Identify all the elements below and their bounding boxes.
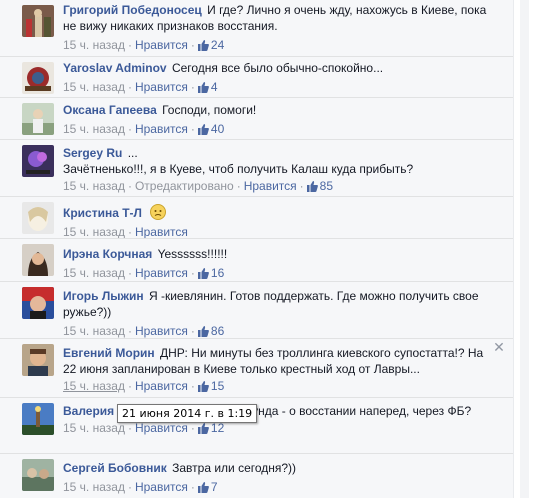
comment-item: Евгений Морин ДНР: Ни минуты без троллин… bbox=[0, 338, 513, 398]
comment-time[interactable]: 15 ч. назад bbox=[63, 80, 125, 94]
comment-meta: 15 ч. назад · Нравится · 16 bbox=[63, 266, 225, 280]
comments-panel: Григорий Победоносец И где? Лично я очен… bbox=[0, 0, 514, 498]
like-count-value: 15 bbox=[210, 379, 225, 393]
comment-author[interactable]: Ирэна Корчная bbox=[63, 247, 152, 261]
comment-item: Сергей Бобовник Завтра или сегодня?)) 15… bbox=[0, 453, 513, 499]
avatar[interactable] bbox=[22, 145, 54, 177]
comment-meta: 15 ч. назад · Нравится · 40 bbox=[63, 122, 225, 136]
like-link[interactable]: Нравится bbox=[135, 38, 188, 52]
scrollbar-track[interactable] bbox=[520, 0, 529, 498]
like-link[interactable]: Нравится bbox=[135, 480, 188, 494]
comment-time[interactable]: 15 ч. назад bbox=[63, 421, 125, 435]
thumbs-up-icon bbox=[197, 268, 209, 279]
thumbs-up-icon bbox=[197, 40, 209, 51]
comment-item: Yaroslav Adminov Сегодня все было обычно… bbox=[0, 56, 513, 98]
like-count-value: 7 bbox=[210, 480, 218, 494]
like-link[interactable]: Нравится bbox=[135, 266, 188, 280]
like-count[interactable]: 86 bbox=[197, 324, 225, 338]
comment-meta: 15 ч. назад · Нравится · 86 bbox=[63, 324, 225, 338]
comment-text: Завтра или сегодня?)) bbox=[172, 461, 297, 475]
thumbs-up-icon bbox=[197, 326, 209, 337]
like-link[interactable]: Нравится bbox=[135, 379, 188, 393]
avatar[interactable] bbox=[22, 202, 54, 234]
like-link[interactable]: Нравится bbox=[135, 421, 188, 435]
sad-emoji-icon bbox=[150, 204, 167, 220]
comment-time[interactable]: 15 ч. назад bbox=[63, 324, 125, 338]
comment-item: Sergey Ru ... Зачётненько!!!, я в Куеве,… bbox=[0, 139, 513, 197]
comment-text: Сегодня все было обычно-спокойно... bbox=[171, 61, 384, 75]
like-count[interactable]: 15 bbox=[197, 379, 225, 393]
avatar[interactable] bbox=[22, 287, 54, 319]
comment-time[interactable]: 15 ч. назад bbox=[63, 225, 125, 239]
comment-author[interactable]: Yaroslav Adminov bbox=[63, 61, 167, 75]
comment-meta: 15 ч. назад · Нравится · 24 bbox=[63, 38, 225, 52]
like-count-value: 86 bbox=[210, 324, 225, 338]
comment-author[interactable]: Евгений Морин bbox=[63, 346, 155, 360]
comment-item: Кристина Т-Л 15 ч. назад · Нравится bbox=[0, 196, 513, 239]
like-count-value: 85 bbox=[319, 179, 334, 193]
thumbs-up-icon bbox=[197, 482, 209, 493]
scrollbar[interactable] bbox=[516, 0, 533, 498]
avatar[interactable] bbox=[22, 344, 54, 376]
comment-text: то ерунда - о восстании наперед, через Ф… bbox=[223, 404, 472, 418]
like-link[interactable]: Нравится bbox=[135, 80, 188, 94]
like-count[interactable]: 16 bbox=[197, 266, 225, 280]
thumbs-up-icon bbox=[197, 423, 209, 434]
close-icon[interactable]: ✕ bbox=[493, 340, 505, 354]
like-count-value: 24 bbox=[210, 38, 225, 52]
like-count[interactable]: 4 bbox=[197, 80, 218, 94]
like-count-value: 40 bbox=[210, 122, 225, 136]
avatar[interactable] bbox=[22, 459, 54, 491]
comment-meta: 15 ч. назад · Отредактировано · Нравится · 85 bbox=[63, 179, 334, 193]
comment-meta: 15 ч. назад · Нравится · 4 bbox=[63, 80, 218, 94]
avatar[interactable] bbox=[22, 62, 54, 94]
comment-author[interactable]: Сергей Бобовник bbox=[63, 461, 167, 475]
like-count[interactable]: 12 bbox=[197, 421, 225, 435]
comment-author[interactable]: Sergey Ru bbox=[63, 146, 122, 160]
comment-time[interactable]: 15 ч. назад bbox=[63, 480, 125, 494]
like-count[interactable]: 85 bbox=[306, 179, 334, 193]
avatar[interactable] bbox=[22, 403, 54, 435]
comment-author[interactable]: Оксана Гапеева bbox=[63, 103, 157, 117]
comment-author[interactable]: Игорь Лыжин bbox=[63, 289, 144, 303]
comment-time[interactable]: 15 ч. назад bbox=[63, 379, 125, 393]
like-link[interactable]: Нравится bbox=[135, 122, 188, 136]
like-count[interactable]: 40 bbox=[197, 122, 225, 136]
thumbs-up-icon bbox=[197, 124, 209, 135]
like-count[interactable]: 24 bbox=[197, 38, 225, 52]
like-link[interactable]: Нравится bbox=[244, 179, 297, 193]
thumbs-up-icon bbox=[197, 82, 209, 93]
comment-text: Yessssss!!!!!! bbox=[157, 247, 228, 261]
like-count[interactable]: 7 bbox=[197, 480, 218, 494]
like-count-value: 12 bbox=[210, 421, 225, 435]
thumbs-up-icon bbox=[197, 381, 209, 392]
edited-label[interactable]: Отредактировано bbox=[135, 179, 234, 193]
like-link[interactable]: Нравится bbox=[135, 324, 188, 338]
comment-item: Григорий Победоносец И где? Лично я очен… bbox=[0, 0, 513, 56]
comment-time[interactable]: 15 ч. назад bbox=[63, 266, 125, 280]
comment-text: Зачётненько!!!, я в Куеве, чтоб получить… bbox=[63, 162, 414, 176]
thumbs-up-icon bbox=[306, 181, 318, 192]
comment-item: Игорь Лыжин Я -киевлянин. Готов поддержа… bbox=[0, 281, 513, 339]
comment-text: Господи, помоги! bbox=[162, 103, 257, 117]
avatar[interactable] bbox=[22, 103, 54, 135]
like-link[interactable]: Нравится bbox=[135, 225, 188, 239]
comment-meta: 15 ч. назад · Нравится · 7 bbox=[63, 480, 218, 494]
comment-item: Ирэна Корчная Yessssss!!!!!! 15 ч. назад… bbox=[0, 238, 513, 282]
timestamp-tooltip: 21 июня 2014 г. в 1:19 bbox=[117, 404, 258, 423]
avatar[interactable] bbox=[22, 5, 54, 37]
comment-time[interactable]: 15 ч. назад bbox=[63, 122, 125, 136]
comment-author[interactable]: Кристина Т-Л bbox=[63, 206, 142, 220]
like-count-value: 16 bbox=[210, 266, 225, 280]
like-count-value: 4 bbox=[210, 80, 218, 94]
comment-author[interactable]: Валерия bbox=[63, 404, 114, 418]
comment-time[interactable]: 15 ч. назад bbox=[63, 38, 125, 52]
comment-time[interactable]: 15 ч. назад bbox=[63, 179, 125, 193]
comment-meta: 15 ч. назад · Нравится · 15 bbox=[63, 379, 225, 393]
avatar[interactable] bbox=[22, 244, 54, 276]
comment-author[interactable]: Григорий Победоносец bbox=[63, 3, 202, 17]
comment-item: Оксана Гапеева Господи, помоги! 15 ч. на… bbox=[0, 97, 513, 140]
